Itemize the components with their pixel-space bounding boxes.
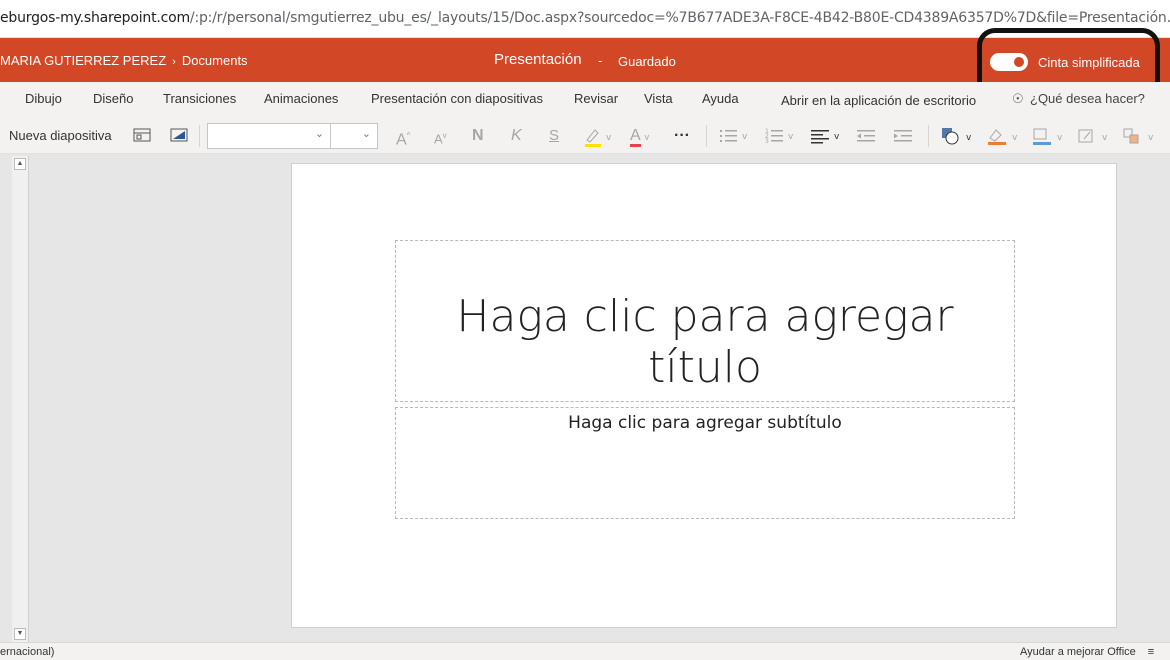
- tab-ayuda[interactable]: Ayuda: [702, 91, 739, 106]
- shape-outline-icon[interactable]: v: [1031, 126, 1067, 148]
- decrease-indent-icon[interactable]: [856, 127, 878, 149]
- breadcrumb-folder[interactable]: Documents: [182, 53, 248, 68]
- language-status[interactable]: ernacional): [0, 646, 54, 658]
- italic-button[interactable]: K: [511, 125, 522, 147]
- chevron-right-icon: ›: [172, 56, 176, 68]
- highlight-color-icon[interactable]: v: [583, 126, 617, 148]
- more-options-button[interactable]: ···: [674, 125, 690, 147]
- url-host: eburgos-my.sharepoint.com: [0, 10, 190, 26]
- tab-dibujo[interactable]: Dibujo: [25, 91, 62, 106]
- notes-icon[interactable]: ≡: [1148, 646, 1154, 658]
- tab-revisar[interactable]: Revisar: [574, 91, 618, 106]
- shrink-font-icon: A: [434, 131, 443, 147]
- breadcrumb: MARIA GUTIERREZ PEREZ › Documents: [0, 53, 248, 68]
- url-text[interactable]: eburgos-my.sharepoint.com/:p:/r/personal…: [0, 10, 1170, 26]
- title-separator: -: [598, 53, 603, 68]
- document-title[interactable]: Presentación: [494, 51, 582, 68]
- bold-button[interactable]: N: [472, 125, 484, 147]
- open-desktop-app-button[interactable]: Abrir en la aplicación de escritorio: [781, 93, 976, 108]
- save-status: Guardado: [618, 54, 676, 69]
- ribbon-toolbar: Nueva diapositiva ⌄ ⌄ A^ Av N K S v Av ·…: [0, 118, 1170, 154]
- breadcrumb-user[interactable]: MARIA GUTIERREZ PEREZ: [0, 53, 166, 68]
- scroll-down-icon[interactable]: ▼: [14, 628, 26, 640]
- shrink-font-button[interactable]: Av: [434, 125, 447, 147]
- thumbnail-scrollbar[interactable]: ▲ ▼: [12, 156, 29, 642]
- divider: [706, 125, 707, 147]
- arrange-icon[interactable]: v: [1122, 126, 1162, 148]
- lightbulb-icon: ☉: [1012, 91, 1024, 106]
- svg-text:v: v: [966, 133, 972, 143]
- slide-canvas[interactable]: Haga clic para agregar título Haga clic …: [291, 163, 1117, 628]
- font-color-icon: A: [630, 127, 641, 147]
- new-slide-button[interactable]: Nueva diapositiva: [9, 125, 112, 147]
- svg-text:v: v: [1102, 133, 1108, 143]
- font-family-select[interactable]: ⌄: [207, 123, 331, 149]
- strikethrough-button[interactable]: S: [549, 125, 559, 147]
- scroll-up-icon[interactable]: ▲: [14, 158, 26, 170]
- svg-text:3: 3: [765, 138, 769, 145]
- chevron-down-icon: ⌄: [361, 128, 371, 140]
- svg-text:v: v: [606, 133, 612, 143]
- status-bar: ernacional) Ayudar a mejorar Office ≡: [0, 642, 1170, 660]
- tab-animaciones[interactable]: Animaciones: [264, 91, 338, 106]
- grow-font-icon: A: [396, 131, 407, 149]
- tab-transiciones[interactable]: Transiciones: [163, 91, 236, 106]
- svg-text:v: v: [1012, 133, 1018, 143]
- bullets-icon[interactable]: v: [718, 127, 754, 149]
- feedback-text: Ayudar a mejorar Office: [1020, 646, 1136, 658]
- increase-indent-icon[interactable]: [893, 127, 915, 149]
- layout-icon[interactable]: [133, 127, 151, 149]
- feedback-link[interactable]: Ayudar a mejorar Office ≡: [1020, 646, 1154, 658]
- svg-text:v: v: [788, 132, 794, 142]
- shape-effects-icon[interactable]: v: [1076, 126, 1112, 148]
- shape-fill-icon[interactable]: v: [986, 126, 1022, 148]
- align-icon[interactable]: v: [810, 127, 846, 149]
- title-placeholder[interactable]: Haga clic para agregar título: [395, 240, 1015, 402]
- chevron-down-icon: ⌄: [314, 128, 324, 140]
- url-path: /:p:/r/personal/smgutierrez_ubu_es/_layo…: [189, 10, 1170, 26]
- svg-text:v: v: [1057, 133, 1063, 143]
- svg-text:v: v: [834, 132, 840, 142]
- subtitle-placeholder-text: Haga clic para agregar subtítulo: [568, 413, 842, 433]
- divider: [928, 125, 929, 147]
- tab-presentacion[interactable]: Presentación con diapositivas: [371, 91, 543, 106]
- tab-vista[interactable]: Vista: [644, 91, 673, 106]
- tab-diseno[interactable]: Diseño: [93, 91, 133, 106]
- font-color-button[interactable]: Av: [630, 125, 649, 147]
- tell-me-text: ¿Qué desea hacer?: [1030, 91, 1145, 106]
- svg-text:v: v: [1148, 133, 1154, 143]
- tell-me-search[interactable]: ☉ ¿Qué desea hacer?: [1012, 91, 1145, 107]
- grow-font-button[interactable]: A^: [396, 125, 410, 149]
- ribbon-tabs: Dibujo Diseño Transiciones Animaciones P…: [0, 82, 1170, 118]
- background-icon[interactable]: [170, 127, 188, 149]
- shapes-icon[interactable]: v: [940, 126, 976, 148]
- subtitle-placeholder[interactable]: Haga clic para agregar subtítulo: [395, 407, 1015, 519]
- svg-text:v: v: [742, 132, 748, 142]
- font-size-select[interactable]: ⌄: [330, 123, 378, 149]
- divider: [199, 125, 200, 147]
- numbering-icon[interactable]: 123 v: [764, 127, 800, 149]
- title-placeholder-text: Haga clic para agregar título: [456, 291, 954, 393]
